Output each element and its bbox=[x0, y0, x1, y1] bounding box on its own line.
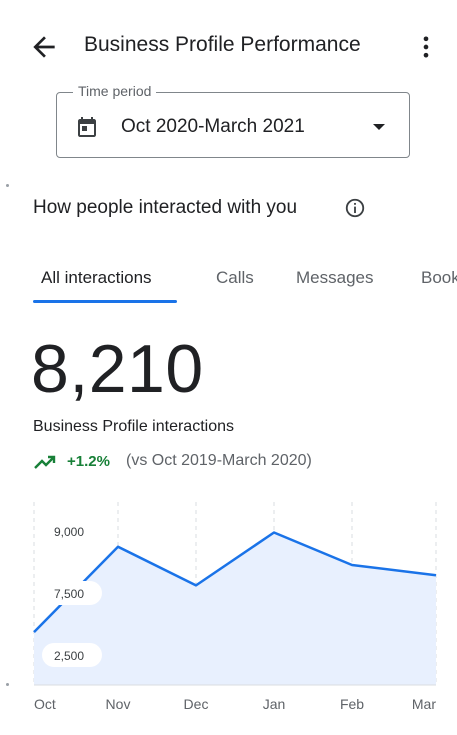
x-tick-label: Feb bbox=[340, 696, 364, 712]
trending-up-icon bbox=[33, 452, 57, 472]
section-title: How people interacted with you bbox=[33, 197, 298, 218]
dropdown-arrow-icon bbox=[371, 119, 387, 135]
x-tick-label: Nov bbox=[106, 696, 131, 712]
metric-label: Business Profile interactions bbox=[33, 418, 234, 435]
edge-dot bbox=[6, 683, 9, 686]
tab-messages[interactable]: Messages bbox=[296, 268, 373, 288]
x-tick-label: Mar bbox=[412, 696, 436, 712]
info-icon[interactable] bbox=[344, 197, 366, 219]
tab-bookings[interactable]: Bookings bbox=[421, 268, 457, 288]
edge-dot bbox=[6, 184, 9, 187]
x-tick-label: Oct bbox=[34, 696, 56, 712]
tab-calls[interactable]: Calls bbox=[216, 268, 254, 288]
trend-percentage: +1.2% bbox=[67, 453, 110, 470]
time-period-select[interactable]: Time period Oct 2020-March 2021 bbox=[56, 83, 410, 158]
interaction-tabs: All interactions Calls Messages Bookings bbox=[0, 258, 457, 304]
total-interactions-value: 8,210 bbox=[31, 331, 204, 407]
calendar-icon bbox=[75, 115, 99, 139]
tab-all-interactions[interactable]: All interactions bbox=[41, 268, 152, 288]
interactions-chart: 9,000 7,500 2,500 Oct Nov Dec Jan Feb Mar bbox=[33, 502, 437, 712]
time-period-label: Time period bbox=[73, 83, 157, 99]
app-bar: Business Profile Performance bbox=[0, 0, 457, 92]
x-tick-label: Jan bbox=[263, 696, 286, 712]
y-tick-label: 9,000 bbox=[54, 525, 84, 539]
more-vert-icon[interactable] bbox=[412, 31, 440, 63]
y-tick-label: 7,500 bbox=[54, 587, 84, 601]
x-tick-label: Dec bbox=[184, 696, 209, 712]
page-title: Business Profile Performance bbox=[84, 33, 361, 56]
y-tick-label: 2,500 bbox=[54, 649, 84, 663]
back-arrow-icon[interactable] bbox=[28, 31, 60, 63]
time-period-value: Oct 2020-March 2021 bbox=[121, 116, 305, 137]
active-tab-indicator bbox=[33, 300, 177, 303]
trend-comparison: (vs Oct 2019-March 2020) bbox=[126, 452, 312, 469]
